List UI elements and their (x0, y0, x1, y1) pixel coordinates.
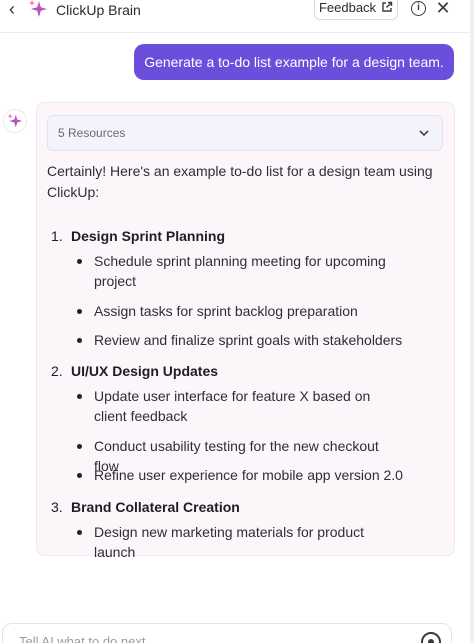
feedback-label: Feedback (318, 0, 377, 15)
list-item-text: Schedule sprint planning meeting for upc… (94, 253, 386, 289)
scrollbar-track[interactable] (470, 0, 474, 643)
bullet-icon (77, 444, 82, 449)
send-icon[interactable] (421, 632, 441, 643)
list-item-text: Design new marketing materials for produ… (94, 524, 365, 560)
bullet-icon (77, 530, 82, 535)
external-link-icon (382, 1, 393, 12)
user-message-bubble: Generate a to-do list example for a desi… (134, 44, 454, 80)
info-button[interactable]: i (411, 1, 426, 16)
bullet-icon (77, 309, 82, 314)
bullet-icon (77, 394, 82, 399)
section-title: 1. Design Sprint Planning (51, 227, 225, 245)
header-divider (0, 32, 474, 33)
clickup-brain-panel: ‹ ClickUp Brain Feedback i ✕ Generate a … (0, 0, 474, 643)
section-number: 3. (51, 499, 63, 515)
bullet-icon (77, 473, 82, 478)
panel-header: ‹ ClickUp Brain Feedback i ✕ (0, 0, 474, 30)
resources-label: 5 Resources (58, 126, 126, 140)
list-item-text: Refine user experience for mobile app ve… (94, 467, 403, 483)
ai-response-card: 5 Resources Certainly! Here's an example… (36, 102, 455, 560)
sparkle-icon (29, 0, 47, 17)
sparkle-icon (7, 113, 23, 128)
bullet-icon (77, 338, 82, 343)
ai-avatar (4, 110, 26, 132)
panel-title: ClickUp Brain (56, 2, 141, 18)
list-item-text: Review and finalize sprint goals with st… (94, 332, 403, 348)
info-icon: i (417, 2, 420, 13)
back-button[interactable]: ‹ (4, 0, 20, 20)
bullet-icon (77, 259, 82, 264)
section-title: 2. UI/UX Design Updates (51, 362, 218, 380)
section-heading: Design Sprint Planning (71, 228, 226, 244)
section-number: 1. (51, 228, 63, 244)
list-item-text: Update user interface for feature X base… (94, 388, 371, 424)
chat-input-bar[interactable]: Tell AI what to do next (2, 623, 452, 643)
section-number: 2. (51, 363, 63, 379)
chat-input-placeholder: Tell AI what to do next (19, 634, 146, 643)
close-button[interactable]: ✕ (434, 0, 452, 18)
resources-dropdown[interactable]: 5 Resources (47, 115, 443, 151)
close-icon: ✕ (435, 0, 451, 18)
chevron-down-icon (419, 130, 429, 137)
response-intro: Certainly! Here's an example to-do list … (47, 163, 433, 200)
back-icon: ‹ (9, 0, 15, 19)
section-title: 3. Brand Collateral Creation (51, 498, 240, 516)
feedback-button[interactable]: Feedback (314, 0, 398, 20)
section-heading: UI/UX Design Updates (71, 363, 219, 379)
list-item-text: Assign tasks for sprint backlog preparat… (94, 303, 358, 319)
section-heading: Brand Collateral Creation (71, 499, 240, 515)
